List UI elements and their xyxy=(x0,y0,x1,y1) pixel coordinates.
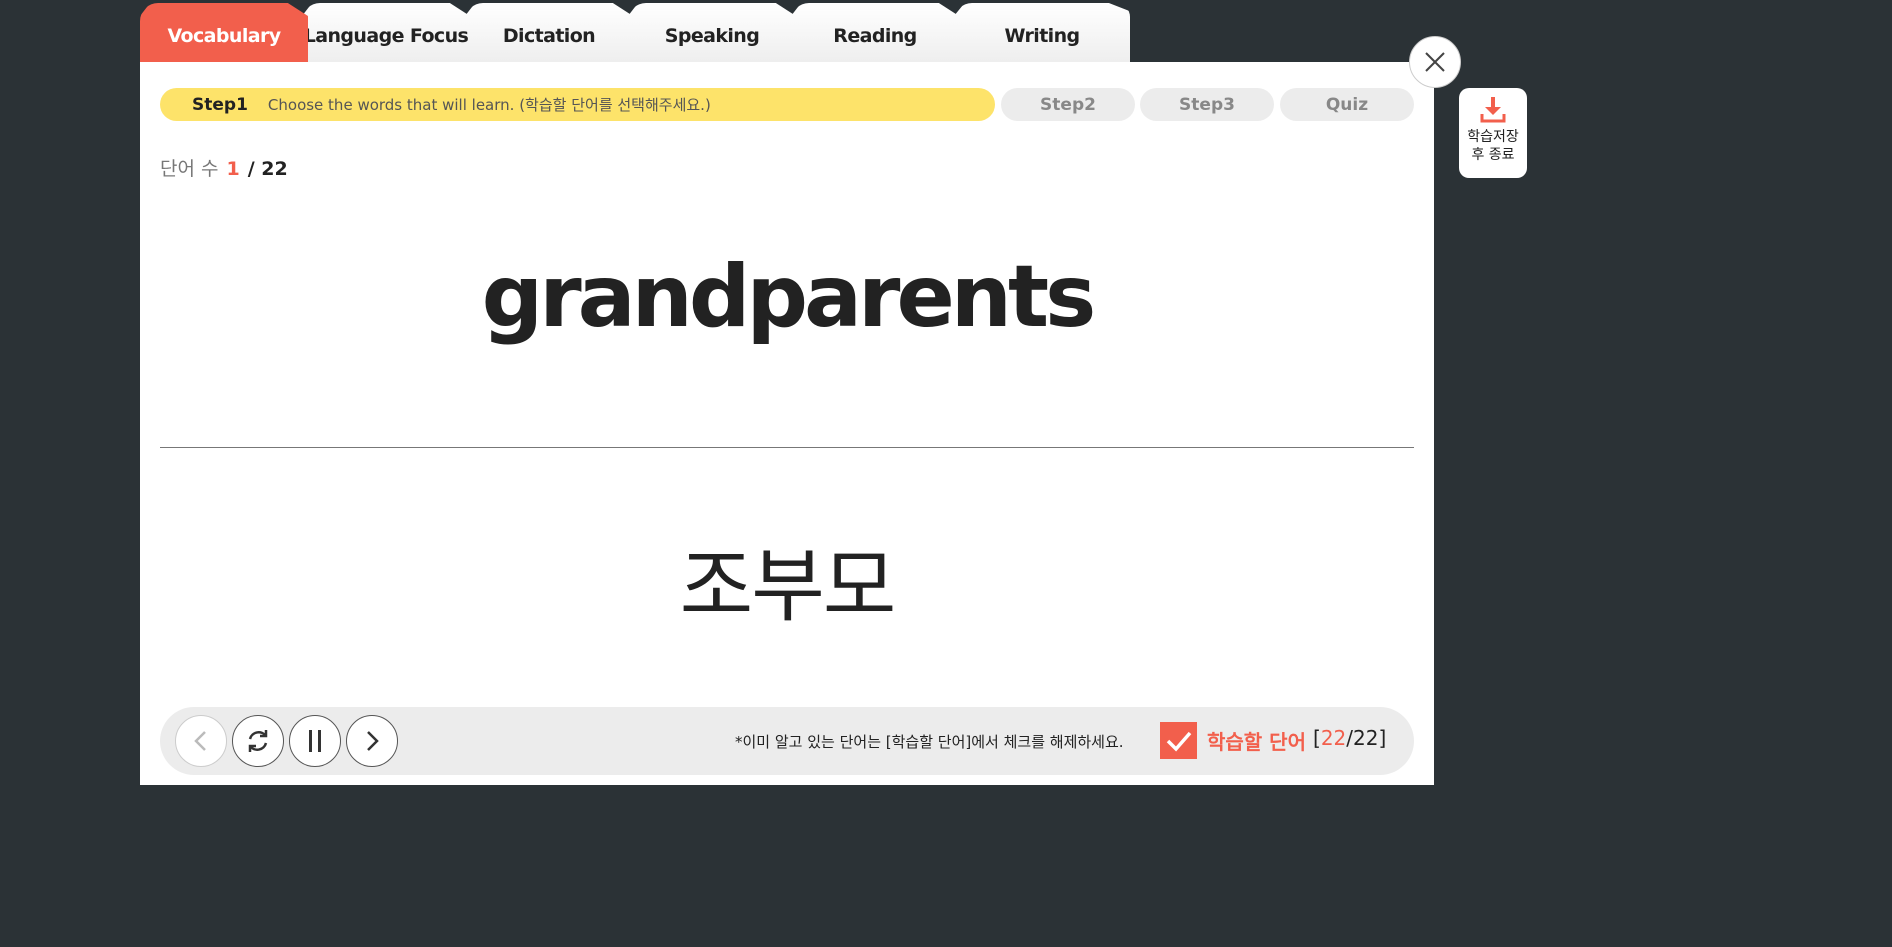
pause-icon xyxy=(309,730,321,752)
learn-word-checkbox[interactable] xyxy=(1160,722,1197,759)
learn-word-total: /22] xyxy=(1346,726,1387,750)
close-button[interactable] xyxy=(1409,36,1461,88)
step-progress: Step1 Choose the words that will learn. … xyxy=(160,88,1414,121)
uncheck-hint: *이미 알고 있는 단어는 [학습할 단어]에서 체크를 해제하세요. xyxy=(735,733,1124,751)
replay-button[interactable] xyxy=(232,715,284,767)
step3-indicator: Step3 xyxy=(1140,88,1274,121)
learn-word-label: 학습할 단어 xyxy=(1207,730,1306,754)
word-counter-current: 1 xyxy=(226,158,240,180)
word-counter-total: / 22 xyxy=(247,158,288,180)
pause-button[interactable] xyxy=(289,715,341,767)
next-button[interactable] xyxy=(346,715,398,767)
chevron-left-icon xyxy=(194,731,206,751)
tab-vocabulary[interactable]: Vocabulary xyxy=(140,3,308,62)
playback-controls: *이미 알고 있는 단어는 [학습할 단어]에서 체크를 해제하세요. 학습할 … xyxy=(160,707,1414,775)
tab-writing[interactable]: Writing xyxy=(954,3,1130,62)
learn-word-open: [ xyxy=(1313,726,1321,750)
vocabulary-word: grandparents xyxy=(481,247,1097,347)
tab-speaking[interactable]: Speaking xyxy=(628,3,796,62)
word-meaning: 조부모 xyxy=(679,540,897,633)
tab-language-focus[interactable]: Language Focus xyxy=(302,3,470,62)
close-icon xyxy=(1425,52,1445,72)
prev-button[interactable] xyxy=(175,715,227,767)
save-and-exit-label: 학습저장 후 종료 xyxy=(1467,128,1519,164)
save-label-line1: 학습저장 xyxy=(1467,129,1519,145)
learn-word-count: [22/22] xyxy=(1313,726,1386,750)
learn-word-selected: 22 xyxy=(1320,726,1347,750)
check-icon xyxy=(1166,731,1191,752)
tab-bar: Vocabulary Language Focus Dictation Spea… xyxy=(140,3,1135,62)
save-and-exit-button[interactable]: 학습저장 후 종료 xyxy=(1459,88,1527,178)
step1-indicator: Step1 Choose the words that will learn. … xyxy=(160,88,995,121)
step1-label: Step1 xyxy=(192,94,248,115)
chevron-right-icon xyxy=(367,731,379,751)
download-icon xyxy=(1480,97,1506,123)
vocabulary-panel: Step1 Choose the words that will learn. … xyxy=(140,62,1434,785)
save-label-line2: 후 종료 xyxy=(1471,147,1515,163)
refresh-icon xyxy=(248,730,268,752)
word-counter: 단어 수 1 / 22 xyxy=(160,154,288,181)
tab-dictation[interactable]: Dictation xyxy=(465,3,633,62)
quiz-indicator: Quiz xyxy=(1280,88,1414,121)
tab-reading[interactable]: Reading xyxy=(791,3,959,62)
step2-indicator: Step2 xyxy=(1001,88,1135,121)
step1-instruction: Choose the words that will learn. (학습할 단… xyxy=(267,96,711,114)
card-divider xyxy=(160,447,1414,448)
word-counter-label: 단어 수 xyxy=(160,158,219,180)
